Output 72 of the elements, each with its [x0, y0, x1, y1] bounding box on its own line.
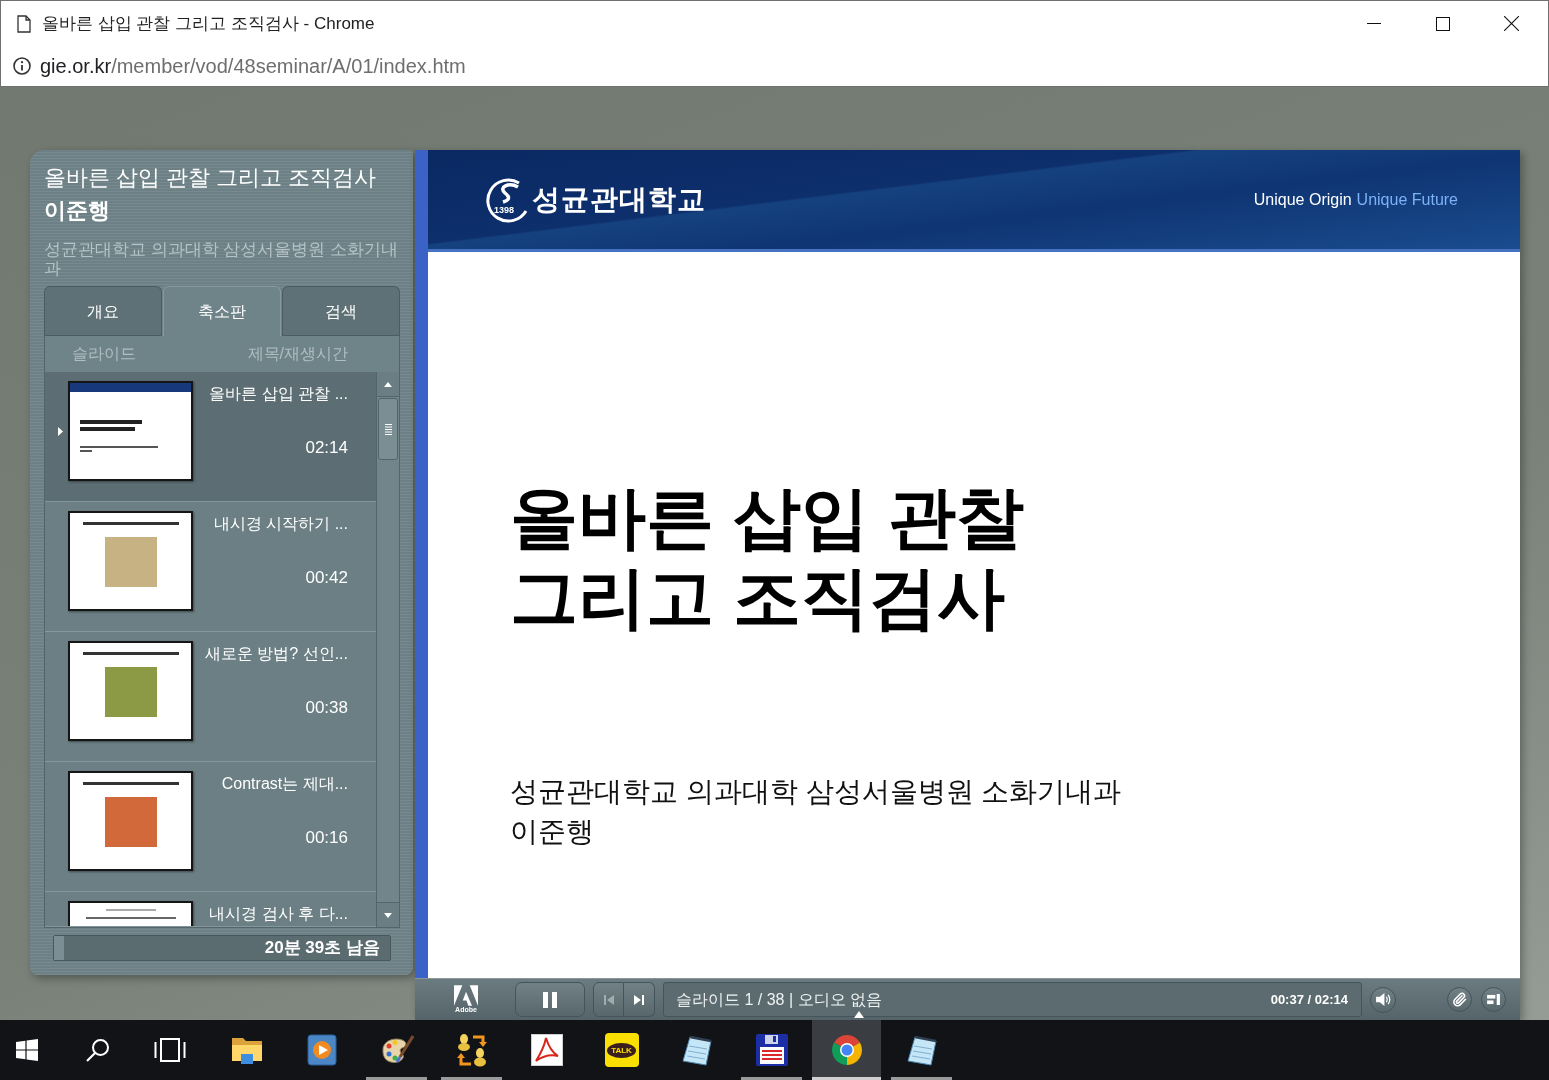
column-header: 제목/재생시간	[247, 344, 348, 364]
slide-status-text: 슬라이드 1 / 38 | 오디오 없음	[676, 989, 882, 1010]
scrollbar-thumb[interactable]	[378, 398, 398, 460]
maximize-icon	[1435, 16, 1450, 31]
slide-duration: 02:14	[305, 438, 348, 458]
university-name: 성균관대학교	[532, 182, 706, 217]
presenter-affiliation: 성균관대학교 의과대학 삼성서울병원 소화기내과	[44, 240, 399, 278]
a-shaped-logo-icon	[454, 985, 478, 1006]
slide-title: Contrast는 제대...	[221, 774, 348, 794]
sidebar-tab[interactable]: 검색	[282, 286, 400, 336]
thumbnail-text-line	[105, 909, 156, 911]
minimize-icon	[1366, 23, 1381, 24]
notepad-icon	[905, 1034, 938, 1066]
play-tile-icon	[306, 1034, 337, 1066]
playhead-marker[interactable]	[854, 1011, 865, 1018]
search-icon	[86, 1038, 110, 1062]
slide-title: 올바른 삽입 관찰 그리고 조직검사	[510, 478, 1024, 637]
slide-duration: 00:38	[305, 698, 348, 718]
slide-title: 내시경 시작하기 ...	[213, 514, 348, 534]
caret-down-icon	[384, 912, 392, 918]
scroll-up-button[interactable]	[377, 372, 399, 397]
slide-duration: 00:16	[305, 828, 348, 848]
close-icon	[1504, 16, 1519, 31]
university-emblem: 1398	[486, 176, 530, 223]
playback-time-text: 00:37 / 02:14	[1270, 990, 1348, 1009]
figures-arrows-icon	[454, 1033, 489, 1067]
notepad-icon	[680, 1034, 713, 1066]
scroll-down-button[interactable]	[377, 902, 399, 927]
skip-back-icon	[603, 994, 614, 1005]
attachment-button[interactable]	[1447, 987, 1472, 1012]
circle-logo-icon	[830, 1034, 863, 1066]
window-title: 올바른 삽입 관찰 그리고 조직검사 - Chrome	[42, 12, 375, 35]
remaining-time-text: 20분 39초 남음	[264, 937, 380, 960]
taskbar-button[interactable]	[812, 1020, 881, 1080]
slogan-text: Unique Origin	[1253, 189, 1352, 210]
slide-title: 내시경 검사 후 다...	[209, 904, 348, 924]
url-text[interactable]: gie.or.kr/member/vod/48seminar/A/01/index.htm	[40, 51, 466, 81]
sidebar-tab[interactable]: 축소판	[163, 286, 281, 336]
skip-forward-icon	[634, 994, 644, 1005]
slogan-text: Unique Future	[1356, 189, 1458, 210]
document-swirl-icon	[530, 1034, 563, 1066]
pause-icon	[543, 991, 557, 1008]
slide-duration: 00:42	[305, 568, 348, 588]
task-view-icon	[154, 1038, 186, 1062]
presenter-name: 이준행	[44, 197, 110, 225]
layout-button[interactable]	[1481, 987, 1506, 1012]
slide-title: 올바른 삽입 관찰 ...	[209, 384, 348, 404]
slide-title: 새로운 방법? 선인...	[204, 644, 348, 664]
panel-layout-icon	[1487, 994, 1500, 1005]
palette-icon	[379, 1035, 414, 1065]
slide-list-item[interactable]: 올바른 삽입 관찰 ... 02:14	[45, 372, 376, 502]
slide-affiliation: 성균관대학교 의과대학 삼성서울병원 소화기내과	[510, 775, 1122, 809]
caret-up-icon	[384, 381, 392, 387]
slide-presenter: 이준행	[510, 815, 594, 849]
sidebar-tab[interactable]: 개요	[44, 286, 162, 336]
column-header: 슬라이드	[72, 344, 136, 364]
lecture-title: 올바른 삽입 관찰 그리고 조직검사	[44, 164, 377, 192]
speaker-icon	[1375, 993, 1391, 1006]
folder-icon	[230, 1036, 263, 1064]
chat-bubble-icon: TALK	[604, 1033, 639, 1067]
volume-button[interactable]	[1370, 986, 1396, 1013]
current-slide-marker-icon	[58, 426, 63, 436]
taskbar-button[interactable]: TALK	[587, 1020, 656, 1080]
document-icon	[17, 14, 31, 33]
window-grid-icon	[16, 1039, 38, 1061]
paperclip-icon	[1452, 992, 1467, 1007]
grip-icon	[384, 423, 392, 435]
thumbnail-text-line	[80, 450, 92, 452]
info-icon	[13, 57, 31, 75]
pause-button[interactable]	[515, 982, 585, 1017]
playback-progress-track[interactable]: 슬라이드 1 / 38 | 오디오 없음 00:37 / 02:14	[663, 982, 1362, 1017]
next-slide-button[interactable]	[624, 982, 655, 1017]
